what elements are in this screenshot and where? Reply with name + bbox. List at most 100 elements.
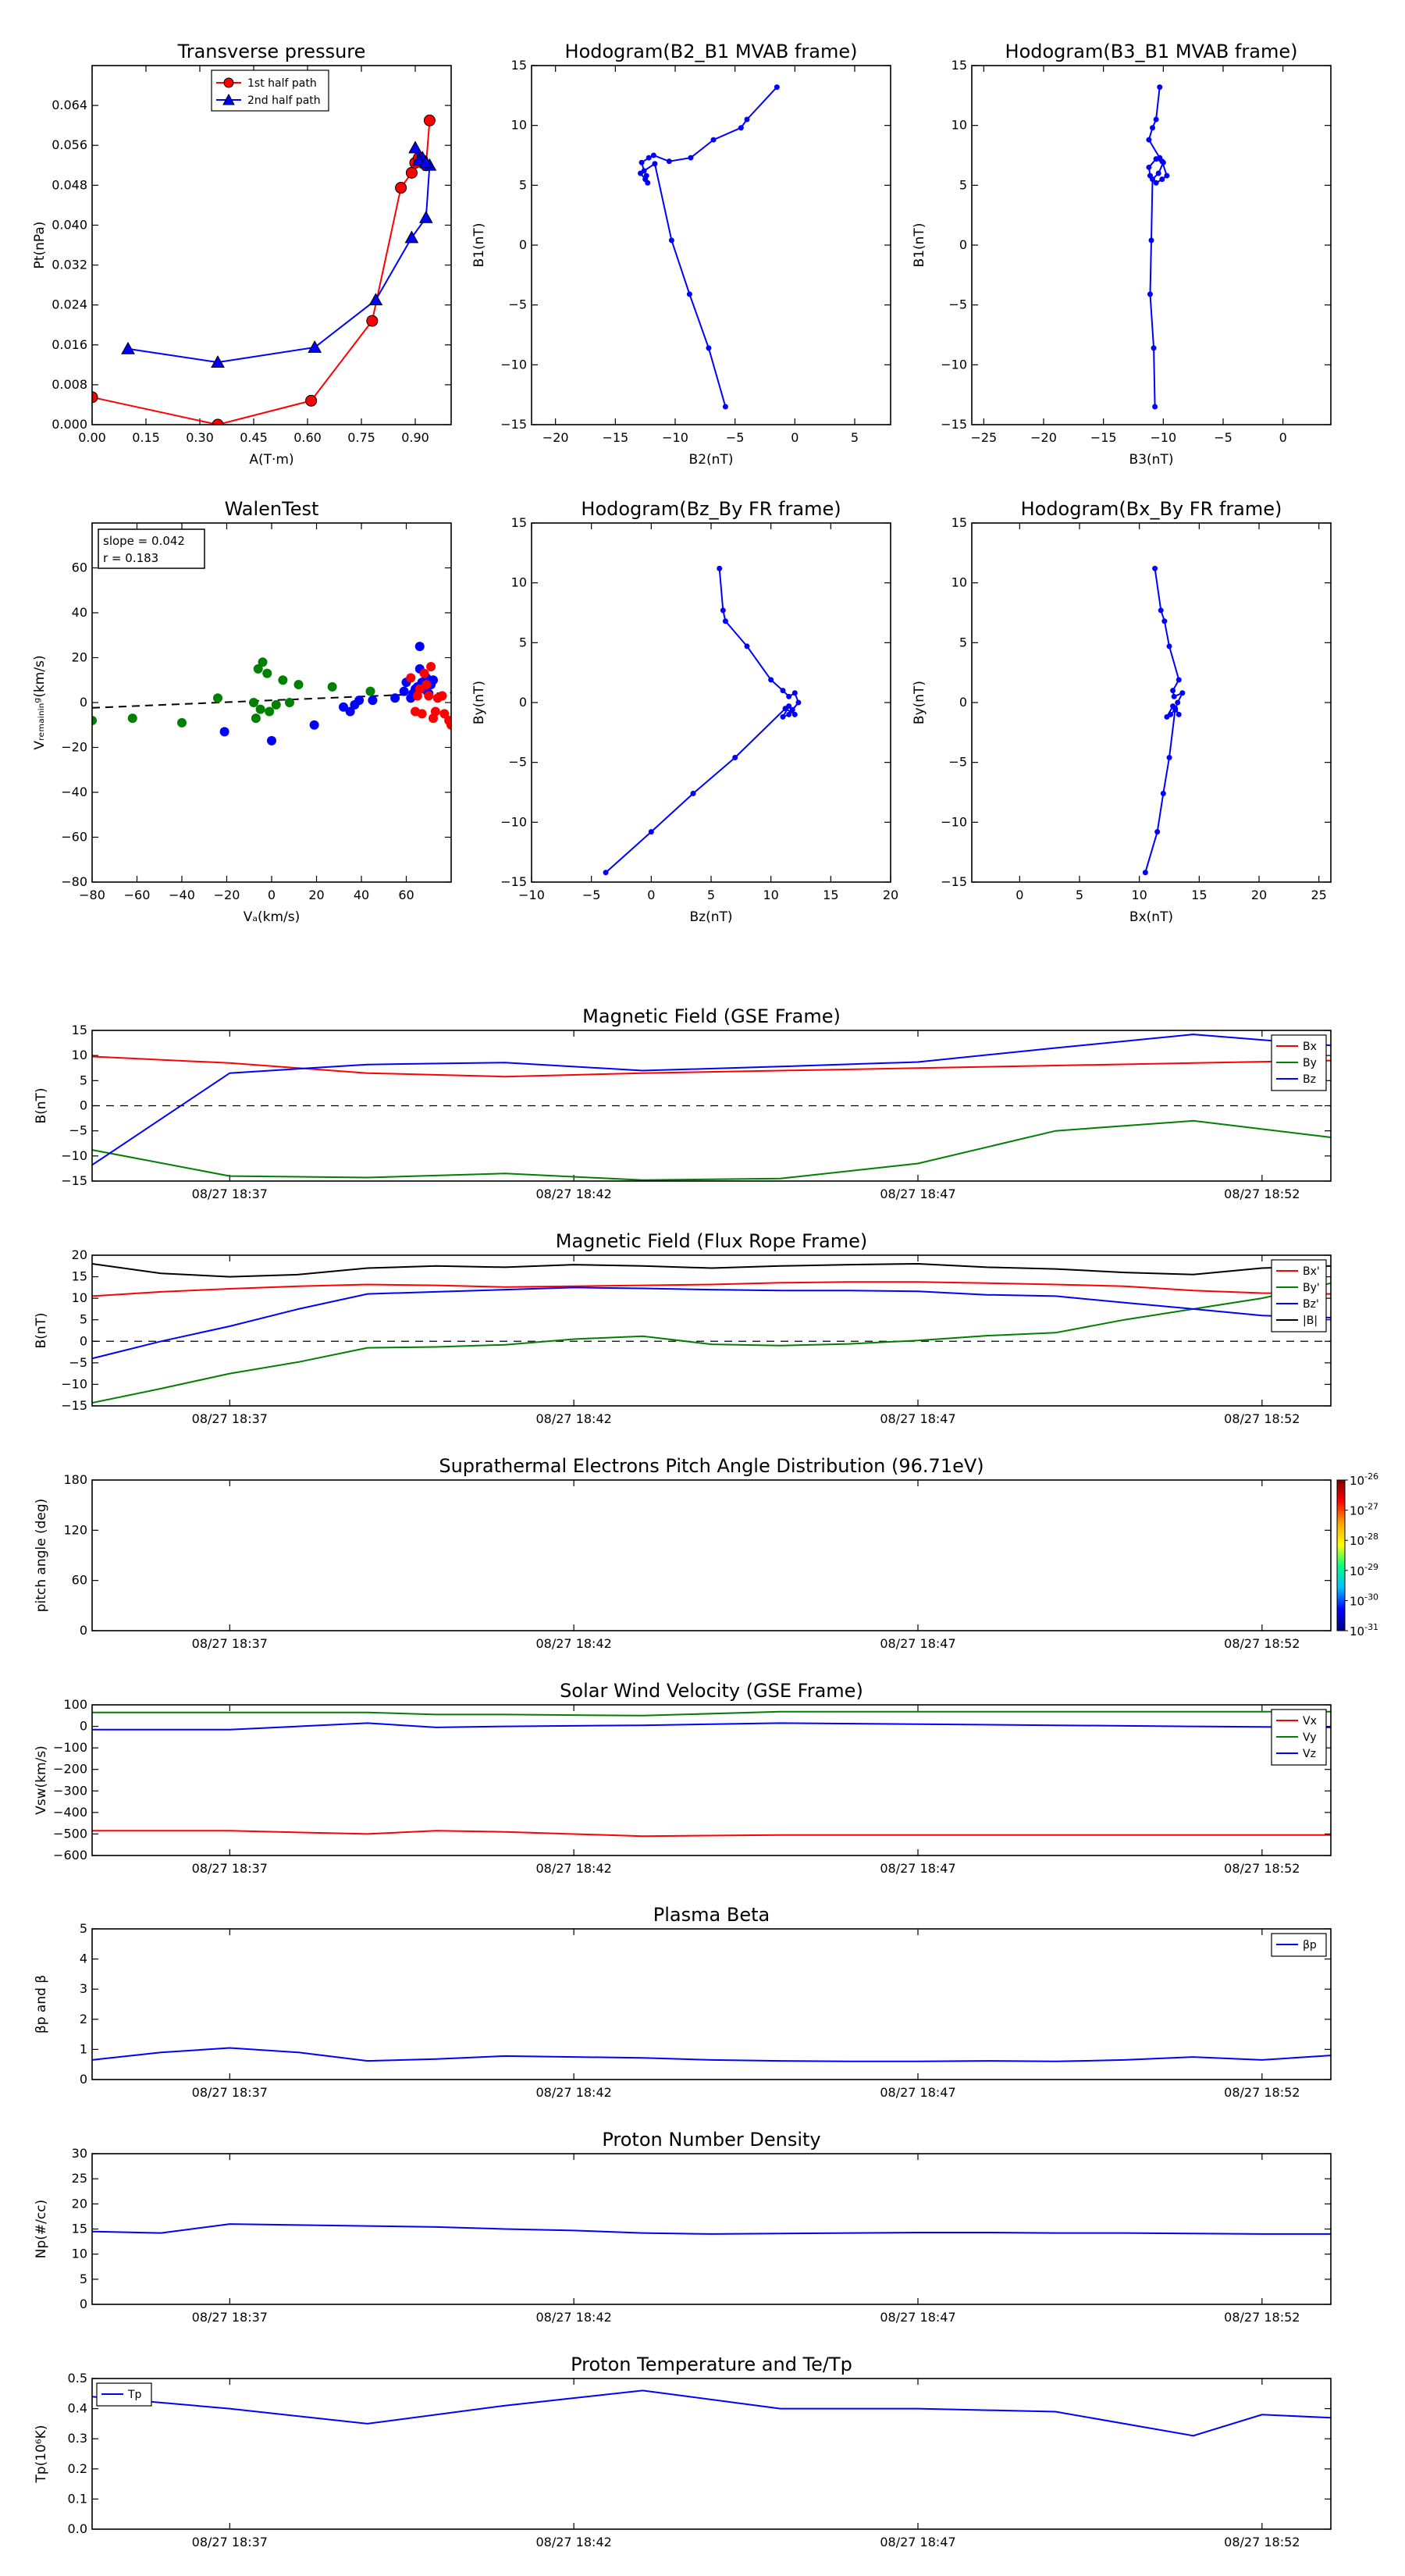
- x-tick-label: 0.30: [186, 430, 214, 445]
- data-point: [1147, 291, 1153, 297]
- data-point: [786, 711, 792, 717]
- y-tick-label: 0: [80, 1333, 87, 1348]
- scatter-point: [293, 680, 304, 689]
- mag_gse-ylabel: B(nT): [34, 1087, 49, 1123]
- vsw-ylabel: Vsw(km/s): [34, 1745, 49, 1815]
- data-point: [1172, 706, 1179, 712]
- y-tick-label: 40: [72, 605, 87, 620]
- tp_temp-ylabel: Tp(10⁶K): [34, 2425, 49, 2483]
- data-point: [305, 394, 318, 407]
- y-tick-label: 10: [72, 1290, 87, 1305]
- pad-axes: Suprathermal Electrons Pitch Angle Distr…: [34, 1455, 1378, 1651]
- x-tick-label: −40: [169, 888, 195, 902]
- hzy-ylabel: By(nT): [471, 681, 487, 724]
- hzy-plot-area: [603, 565, 802, 876]
- x-tick-label: 08/27 18:47: [880, 1861, 955, 1876]
- y-tick-label: −5: [508, 755, 527, 770]
- scatter-point: [127, 713, 137, 724]
- x-tick-label: 08/27 18:52: [1224, 2310, 1300, 2325]
- x-tick-label: 0: [791, 430, 799, 445]
- data-point: [638, 170, 644, 176]
- y-tick-label: −10: [500, 814, 527, 829]
- y-tick-label: 0.4: [68, 2401, 87, 2416]
- y-tick-label: 0: [519, 237, 527, 252]
- y-tick-label: −10: [61, 1376, 87, 1391]
- beta-ylabel: βp and β: [34, 1975, 49, 2033]
- y-tick-label: 0.3: [68, 2431, 87, 2446]
- hxy-xlabel: Bx(nT): [1129, 909, 1173, 925]
- y-tick-label: 15: [511, 515, 527, 530]
- colorbar-tick-label: 10-27: [1350, 1502, 1378, 1518]
- annotation-slope: slope = 0.042: [103, 534, 185, 548]
- y-tick-label: 20: [72, 650, 87, 665]
- data-point: [1176, 677, 1182, 683]
- y-tick-label: 0: [80, 2297, 87, 2311]
- x-tick-label: −10: [1150, 430, 1176, 445]
- legend: Bx' By' Bz' |B|: [1271, 1259, 1327, 1332]
- by-line: [92, 1282, 1331, 1404]
- data-point: [1142, 870, 1148, 876]
- scatter-point: [430, 706, 440, 717]
- mag_gse-axes: Magnetic Field (GSE Frame) −15 −10 −5 0 5 10 15…: [34, 1005, 1332, 1201]
- beta-plot-area: [92, 2047, 1331, 2062]
- y-tick-label: 5: [80, 1921, 87, 1936]
- hzy-axes: Hodogram(Bz_By FR frame)−15−10−5051015−1…: [471, 498, 898, 925]
- legend-label: 2nd half path: [247, 94, 321, 107]
- pad-title: Suprathermal Electrons Pitch Angle Distr…: [439, 1455, 984, 1477]
- y-tick-label: 15: [951, 58, 967, 73]
- x-tick-label: 0: [1279, 430, 1287, 445]
- scatter-point: [278, 675, 288, 685]
- y-tick-label: −20: [61, 740, 87, 755]
- vy-line: [92, 1710, 1331, 1717]
- tp_temp-axes: Proton Temperature and Te/Tp 0.0 0.1 0.2 0.3…: [34, 2354, 1332, 2549]
- legend-label: |B|: [1303, 1315, 1318, 1327]
- y-tick-label: 15: [72, 1023, 87, 1037]
- data-point: [782, 706, 788, 712]
- y-tick-label: 15: [72, 2222, 87, 2236]
- data-point: [1161, 618, 1168, 624]
- data-point: [1160, 791, 1166, 797]
- scatter-point: [251, 713, 261, 724]
- data-point: [1151, 345, 1157, 351]
- y-tick-label: 2: [80, 2012, 87, 2026]
- legend: Vx Vy Vz: [1271, 1709, 1327, 1766]
- data-point: [1157, 84, 1163, 91]
- h31-title: Hodogram(B3_B1 MVAB frame): [1005, 41, 1298, 62]
- data-point: [780, 713, 786, 720]
- by-line: [92, 1119, 1331, 1181]
- bz-line: [92, 1034, 1331, 1166]
- x-tick-label: 0: [1016, 888, 1023, 902]
- np-plot-area: [92, 2223, 1331, 2235]
- y-tick-label: 5: [80, 2272, 87, 2286]
- x-tick-label: −20: [214, 888, 240, 902]
- x-tick-label: 08/27 18:52: [1224, 1861, 1300, 1876]
- pad-ylabel: pitch angle (deg): [34, 1499, 49, 1613]
- x-tick-label: 08/27 18:47: [880, 2085, 955, 2100]
- scatter-point: [255, 704, 265, 714]
- axes-frame: [91, 1254, 1332, 1407]
- series-0-line: [1144, 568, 1185, 873]
- y-tick-label: 10: [72, 1048, 87, 1062]
- bx-line: [92, 1055, 1331, 1078]
- walen-xlabel: Vₐ(km/s): [244, 909, 301, 925]
- y-tick-label: −100: [53, 1740, 87, 1755]
- np-ylabel: Np(#/cc): [34, 2200, 49, 2258]
- y-tick-label: −10: [61, 1148, 87, 1163]
- vz-line: [92, 1722, 1331, 1731]
- tp-axes: Transverse pressure0.0000.0080.0160.0240…: [32, 41, 452, 468]
- data-point: [722, 618, 728, 624]
- data-point: [642, 176, 649, 183]
- y-tick-label: 10: [511, 575, 527, 590]
- walen-ylabel: Vᵣₑₘₐᵢₙᵢₙᵍ(km/s): [32, 655, 48, 749]
- h31-ylabel: B1(nT): [912, 223, 927, 268]
- data-point: [1176, 711, 1182, 717]
- x-tick-label: 08/27 18:42: [536, 1411, 612, 1426]
- data-point: [408, 141, 422, 154]
- data-point: [791, 711, 798, 717]
- legend-label: Bz: [1303, 1073, 1316, 1086]
- x-tick-label: 10: [763, 888, 778, 902]
- scatter-point: [419, 668, 429, 678]
- data-point: [768, 677, 774, 683]
- data-point: [1170, 688, 1176, 694]
- legend-label: Bz': [1303, 1298, 1319, 1311]
